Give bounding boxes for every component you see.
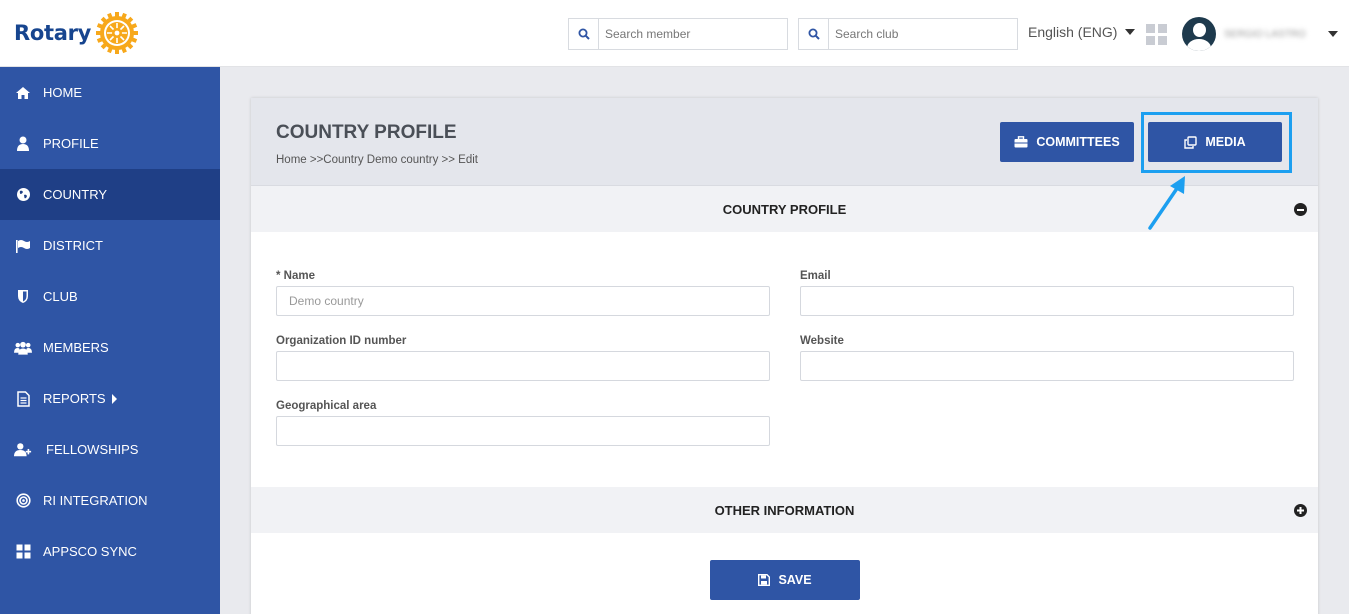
sidebar-item-label: MEMBERS [43, 340, 109, 355]
users-icon [14, 339, 32, 357]
email-field: Email [800, 270, 1294, 316]
search-club-input[interactable] [829, 20, 1009, 48]
user-plus-icon [14, 441, 32, 459]
sidebar-item-reports[interactable]: REPORTS [0, 373, 220, 424]
sidebar: HOME PROFILE COUNTRY DISTRICT CLUB MEMBE… [0, 67, 220, 614]
sidebar-item-label: HOME [43, 85, 82, 100]
email-input[interactable] [800, 286, 1294, 316]
top-bar: Rotary Search member Search club English… [0, 0, 1349, 67]
search-member-input[interactable] [599, 20, 779, 48]
org-id-field: Organization ID number [276, 335, 770, 381]
flag-icon [14, 237, 32, 255]
geo-area-label: Geographical area [276, 400, 377, 412]
search-club-box[interactable] [798, 18, 1018, 50]
sidebar-item-label: CLUB [43, 289, 78, 304]
file-icon [14, 390, 32, 408]
org-id-input[interactable] [276, 351, 770, 381]
rotary-logo[interactable]: Rotary [14, 10, 139, 56]
sidebar-item-label: APPSCO SYNC [43, 544, 137, 559]
floppy-disk-icon [758, 574, 771, 586]
collapse-minus-icon[interactable] [1294, 203, 1307, 216]
grid-icon [14, 543, 32, 561]
geo-area-field: Geographical area [276, 400, 770, 446]
sidebar-item-home[interactable]: HOME [0, 67, 220, 118]
website-field: Website [800, 335, 1294, 381]
caret-right-icon [111, 393, 117, 404]
sidebar-item-profile[interactable]: PROFILE [0, 118, 220, 169]
geo-area-input[interactable] [276, 416, 770, 446]
annotation-arrow-icon [1148, 176, 1185, 230]
user-menu[interactable]: SERGIO LASTRO [1182, 17, 1338, 51]
caret-down-icon [1125, 29, 1136, 35]
sidebar-item-ri-integration[interactable]: RI INTEGRATION [0, 475, 220, 526]
sidebar-item-fellowships[interactable]: FELLOWSHIPS [0, 424, 220, 475]
name-label: * Name [276, 270, 315, 282]
shield-icon [14, 288, 32, 306]
country-profile-form: * Name Email Organization ID number Webs… [251, 232, 1318, 487]
sidebar-item-district[interactable]: DISTRICT [0, 220, 220, 271]
email-label: Email [800, 270, 831, 282]
sidebar-item-label: RI INTEGRATION [43, 493, 148, 508]
briefcase-icon [1014, 136, 1028, 148]
save-label: SAVE [778, 573, 812, 587]
globe-icon [14, 186, 32, 204]
language-label: English (ENG) [1028, 24, 1118, 40]
language-selector[interactable]: English (ENG) [1028, 24, 1136, 40]
target-icon [14, 492, 32, 510]
apps-grid-icon[interactable] [1146, 24, 1167, 45]
media-highlight-box [1141, 112, 1292, 173]
website-input[interactable] [800, 351, 1294, 381]
sidebar-item-country[interactable]: COUNTRY [0, 169, 220, 220]
committees-label: COMMITTEES [1036, 135, 1120, 149]
sidebar-item-label: REPORTS [43, 391, 106, 406]
name-input[interactable] [276, 286, 770, 316]
sidebar-item-label: FELLOWSHIPS [46, 442, 139, 457]
website-label: Website [800, 335, 844, 347]
save-button[interactable]: SAVE [710, 560, 860, 600]
caret-down-icon [1328, 31, 1338, 37]
search-icon [569, 19, 599, 49]
sidebar-item-label: PROFILE [43, 136, 99, 151]
rotary-wheel-icon [96, 12, 139, 54]
section-title: OTHER INFORMATION [714, 502, 855, 518]
username: SERGIO LASTRO [1224, 28, 1306, 40]
page-title: COUNTRY PROFILE [276, 122, 457, 143]
user-icon [14, 135, 32, 153]
home-icon [14, 84, 32, 102]
sidebar-item-appsco-sync[interactable]: APPSCO SYNC [0, 526, 220, 577]
org-id-label: Organization ID number [276, 335, 407, 347]
save-wrap: SAVE [710, 560, 860, 600]
name-field: * Name [276, 270, 770, 316]
sidebar-item-club[interactable]: CLUB [0, 271, 220, 322]
logo-text: Rotary [14, 21, 92, 45]
other-information-section-header[interactable]: OTHER INFORMATION [251, 487, 1318, 533]
committees-button[interactable]: COMMITTEES [1000, 122, 1134, 162]
expand-plus-icon[interactable] [1294, 504, 1307, 517]
search-icon [799, 19, 829, 49]
breadcrumb[interactable]: Home >>Country Demo country >> Edit [276, 154, 478, 166]
avatar [1182, 17, 1216, 51]
sidebar-item-members[interactable]: MEMBERS [0, 322, 220, 373]
sidebar-item-label: DISTRICT [43, 238, 103, 253]
sidebar-item-label: COUNTRY [43, 187, 108, 202]
section-title: COUNTRY PROFILE [722, 201, 847, 217]
search-member-box[interactable] [568, 18, 788, 50]
